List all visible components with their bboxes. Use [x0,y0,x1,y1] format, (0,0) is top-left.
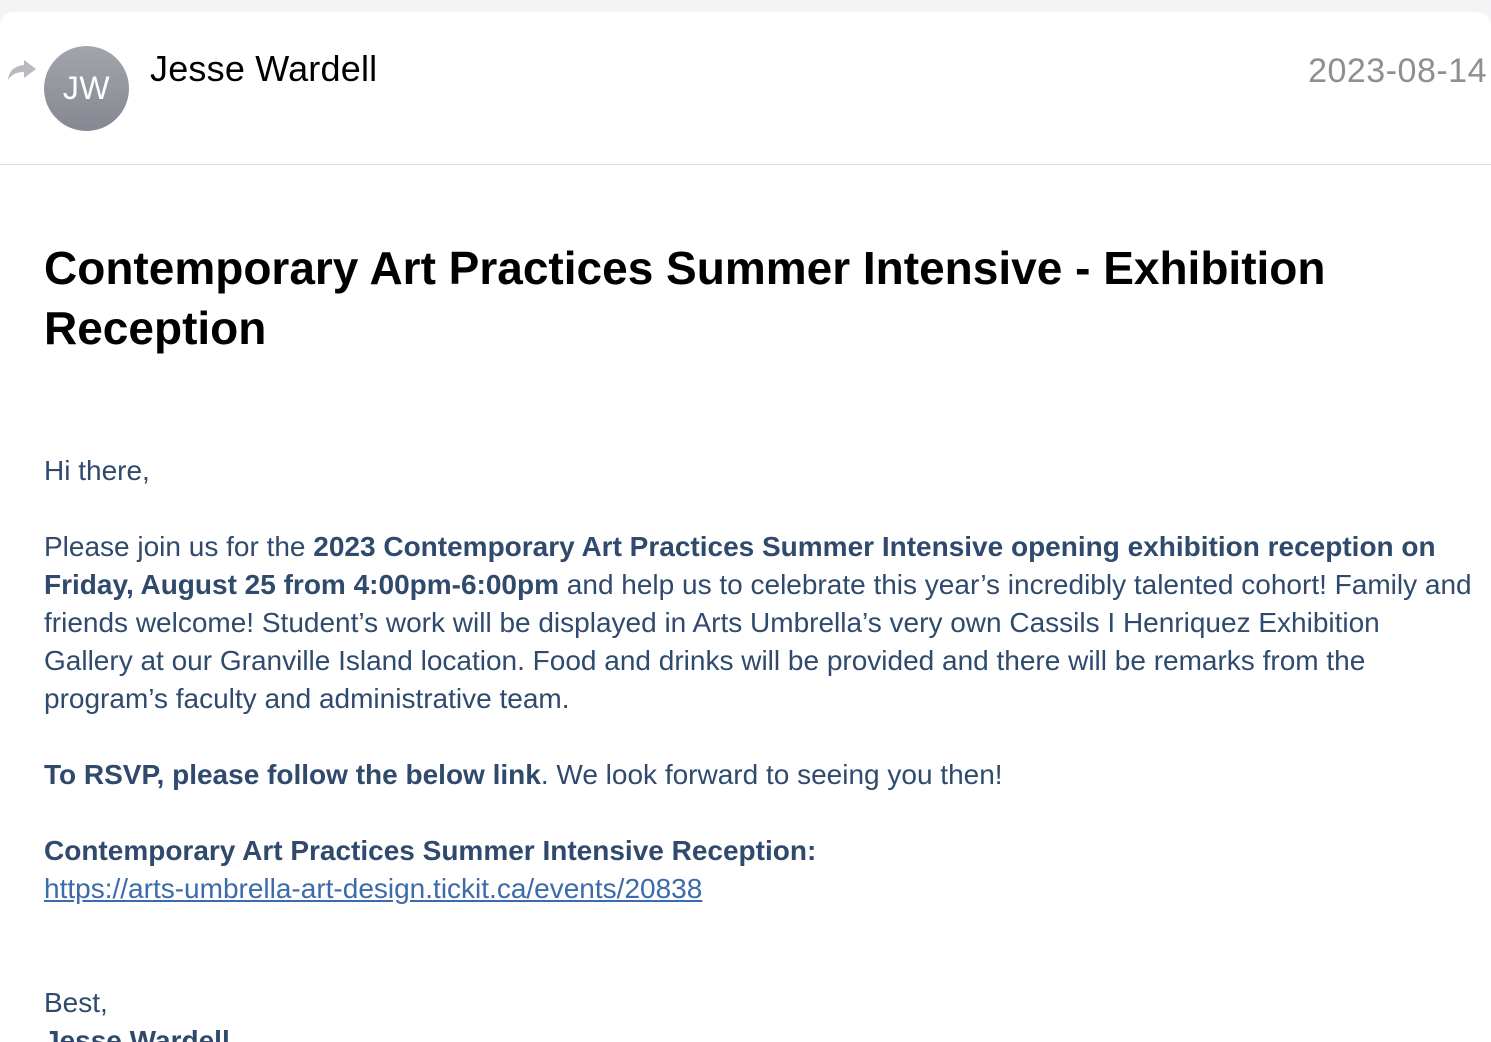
closing: Best, [44,987,108,1018]
rsvp-link-line: https://arts-umbrella-art-design.tickit.… [44,870,1474,908]
email-body: Hi there, Please join us for the 2023 Co… [44,452,1474,1042]
greeting: Hi there, [44,455,150,486]
link-heading: Contemporary Art Practices Summer Intens… [44,832,1474,870]
reply-arrow-icon [8,60,36,80]
invitation-prefix: Please join us for the [44,531,314,562]
link-heading-text: Contemporary Art Practices Summer Intens… [44,835,817,866]
signature: Jesse Wardell [44,1025,230,1042]
rsvp-followup: . We look forward to seeing you then! [540,759,1003,790]
message-date: 2023-08-14 [1308,52,1487,90]
avatar[interactable]: JW [44,46,129,131]
email-subject: Contemporary Art Practices Summer Intens… [44,242,1326,354]
avatar-initials: JW [62,70,111,106]
rsvp-link[interactable]: https://arts-umbrella-art-design.tickit.… [44,873,702,904]
email-message-view: JW Jesse Wardell 2023-08-14 Contemporary… [0,12,1491,1042]
email-header: JW Jesse Wardell 2023-08-14 [0,12,1491,165]
rsvp-instruction: To RSVP, please follow the below link [44,759,541,790]
sender-name[interactable]: Jesse Wardell [150,48,377,90]
rsvp-paragraph: To RSVP, please follow the below link. W… [44,756,1474,794]
invitation-paragraph: Please join us for the 2023 Contemporary… [44,528,1474,718]
